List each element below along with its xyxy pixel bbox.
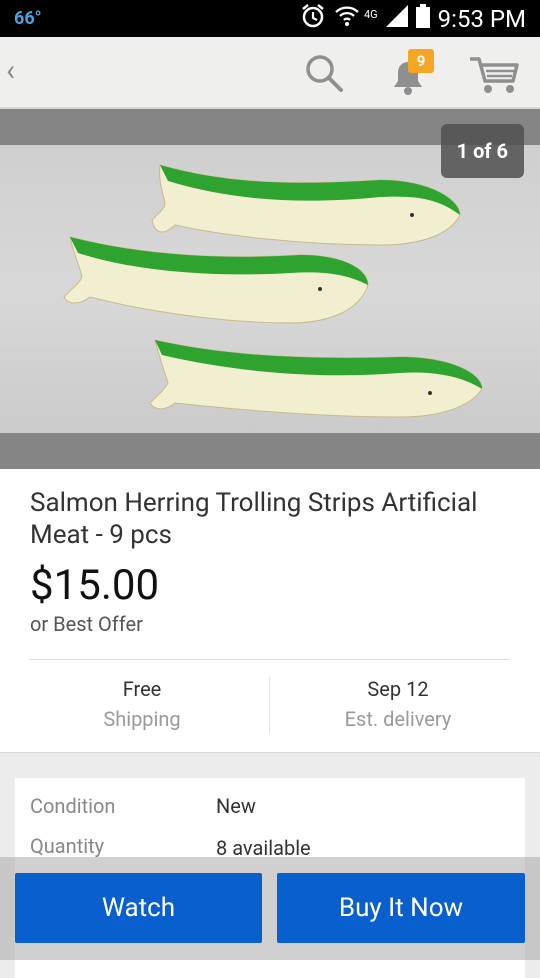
delivery-label: Est. delivery [344,707,452,731]
back-button[interactable]: ‹ [6,53,15,88]
cart-icon[interactable] [468,55,520,95]
item-image-gallery[interactable]: 1 of 6 [0,109,540,469]
shipping-info: Free Shipping [22,677,262,731]
search-icon[interactable] [304,53,344,93]
status-icons: 4G 9:53 PM [300,3,526,35]
detail-value: New [216,794,256,818]
best-offer-note: or Best Offer [30,612,143,636]
temperature: 66° [14,8,42,29]
fish-lures-image [63,164,483,418]
battery-icon [415,4,430,34]
divider [30,659,510,660]
action-bar: Watch Buy It Now [0,857,540,960]
detail-key: Condition [30,794,116,818]
item-price: $15.00 [30,561,160,610]
signal-icon [385,5,408,33]
item-photo [0,145,540,433]
item-title: Salmon Herring Trolling Strips Artificia… [30,488,478,550]
alarm-icon [300,3,326,35]
item-summary: Salmon Herring Trolling Strips Artificia… [0,469,540,753]
clock: 9:53 PM [437,5,526,33]
shipping-label: Shipping [103,707,181,731]
delivery-info: Sep 12 Est. delivery [278,677,518,731]
buy-it-now-button[interactable]: Buy It Now [277,873,525,943]
detail-key: Quantity [30,834,105,858]
shipping-value: Free [122,677,162,701]
wifi-icon [334,4,360,34]
watch-button[interactable]: Watch [15,873,262,943]
image-counter: 1 of 6 [440,124,524,178]
column-divider [269,677,270,733]
notification-badge: 9 [408,49,434,73]
app-toolbar: ‹ 9 [0,37,540,109]
delivery-date: Sep 12 [367,677,429,701]
network-type: 4G [363,7,378,21]
status-bar: 66° 4G 9:53 PM [0,0,540,37]
